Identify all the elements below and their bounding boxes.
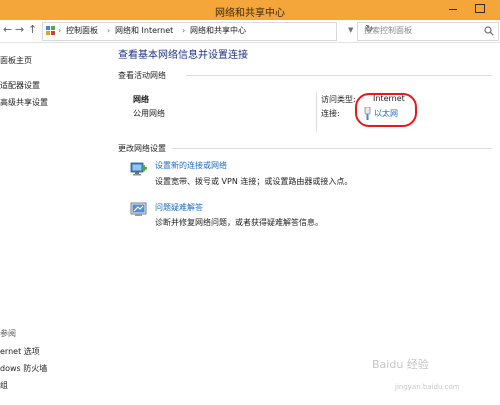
maximize-icon bbox=[475, 4, 485, 13]
title-bar: 网络和共享中心 bbox=[0, 0, 500, 20]
up-button[interactable]: ↑ bbox=[28, 23, 37, 37]
section-divider bbox=[172, 148, 492, 149]
maximize-button[interactable] bbox=[467, 0, 493, 18]
back-button[interactable]: ← bbox=[3, 23, 12, 37]
forward-button[interactable]: → bbox=[15, 23, 24, 37]
address-toolbar: ← → ↑ › 控制面板 › 网络和 Internet › 网络和共享中心 ▼ … bbox=[0, 20, 500, 43]
window-title: 网络和共享中心 bbox=[215, 8, 285, 19]
search-icon[interactable] bbox=[484, 26, 494, 36]
sidebar-item-advanced-sharing[interactable]: 高级共享设置 bbox=[0, 97, 48, 108]
change-settings-heading: 更改网络设置 bbox=[118, 144, 166, 153]
see-also-label: 参阅 bbox=[0, 329, 16, 338]
minimize-icon bbox=[449, 9, 457, 10]
breadcrumb-network-sharing-center[interactable]: 网络和共享中心 bbox=[190, 25, 246, 37]
sidebar-item-firewall[interactable]: dows 防火墙 bbox=[0, 363, 47, 374]
column-divider bbox=[316, 92, 317, 132]
watermark-url: jingyan.baidu.com bbox=[395, 383, 460, 391]
troubleshoot-icon bbox=[130, 202, 147, 216]
breadcrumb-separator: › bbox=[58, 26, 62, 35]
search-placeholder: 搜索控制面板 bbox=[364, 26, 412, 35]
section-divider bbox=[186, 75, 492, 76]
troubleshoot-description: 诊断并修复网络问题，或者获得疑难解答信息。 bbox=[155, 218, 323, 227]
address-dropdown-icon[interactable]: ▼ bbox=[348, 26, 353, 34]
active-networks-heading: 查看活动网络 bbox=[118, 71, 166, 80]
troubleshoot-link[interactable]: 问题疑难解答 bbox=[155, 202, 203, 213]
annotation-circle bbox=[355, 93, 417, 127]
sidebar-item-homegroup[interactable]: 组 bbox=[0, 380, 8, 391]
sidebar-item-home[interactable]: 面板主页 bbox=[0, 55, 32, 66]
breadcrumb-control-panel[interactable]: 控制面板 bbox=[66, 25, 98, 37]
setup-connection-description: 设置宽带、拨号或 VPN 连接；或设置路由器或接入点。 bbox=[155, 177, 353, 186]
sidebar-item-adapter-settings[interactable]: 适配器设置 bbox=[0, 80, 40, 91]
control-panel-icon bbox=[46, 26, 55, 35]
network-name: 网络 bbox=[133, 95, 149, 104]
watermark-text: Baidu 经验 bbox=[372, 358, 429, 371]
minimize-button[interactable] bbox=[442, 0, 464, 18]
access-type-label: 访问类型: bbox=[321, 95, 356, 104]
page-title: 查看基本网络信息并设置连接 bbox=[118, 50, 248, 61]
breadcrumb-network-internet[interactable]: 网络和 Internet bbox=[115, 25, 173, 37]
address-box[interactable]: › 控制面板 › 网络和 Internet › 网络和共享中心 ▼ ↻ bbox=[42, 22, 373, 41]
sidebar-item-internet-options[interactable]: ernet 选项 bbox=[0, 346, 40, 357]
connections-label: 连接: bbox=[321, 109, 340, 118]
setup-connection-link[interactable]: 设置新的连接或网络 bbox=[155, 160, 227, 171]
breadcrumb-separator: › bbox=[182, 26, 186, 35]
breadcrumb-separator: › bbox=[107, 26, 111, 35]
search-input[interactable]: 搜索控制面板 bbox=[357, 22, 499, 41]
network-type[interactable]: 公用网络 bbox=[133, 108, 165, 119]
network-setup-icon bbox=[130, 162, 147, 176]
